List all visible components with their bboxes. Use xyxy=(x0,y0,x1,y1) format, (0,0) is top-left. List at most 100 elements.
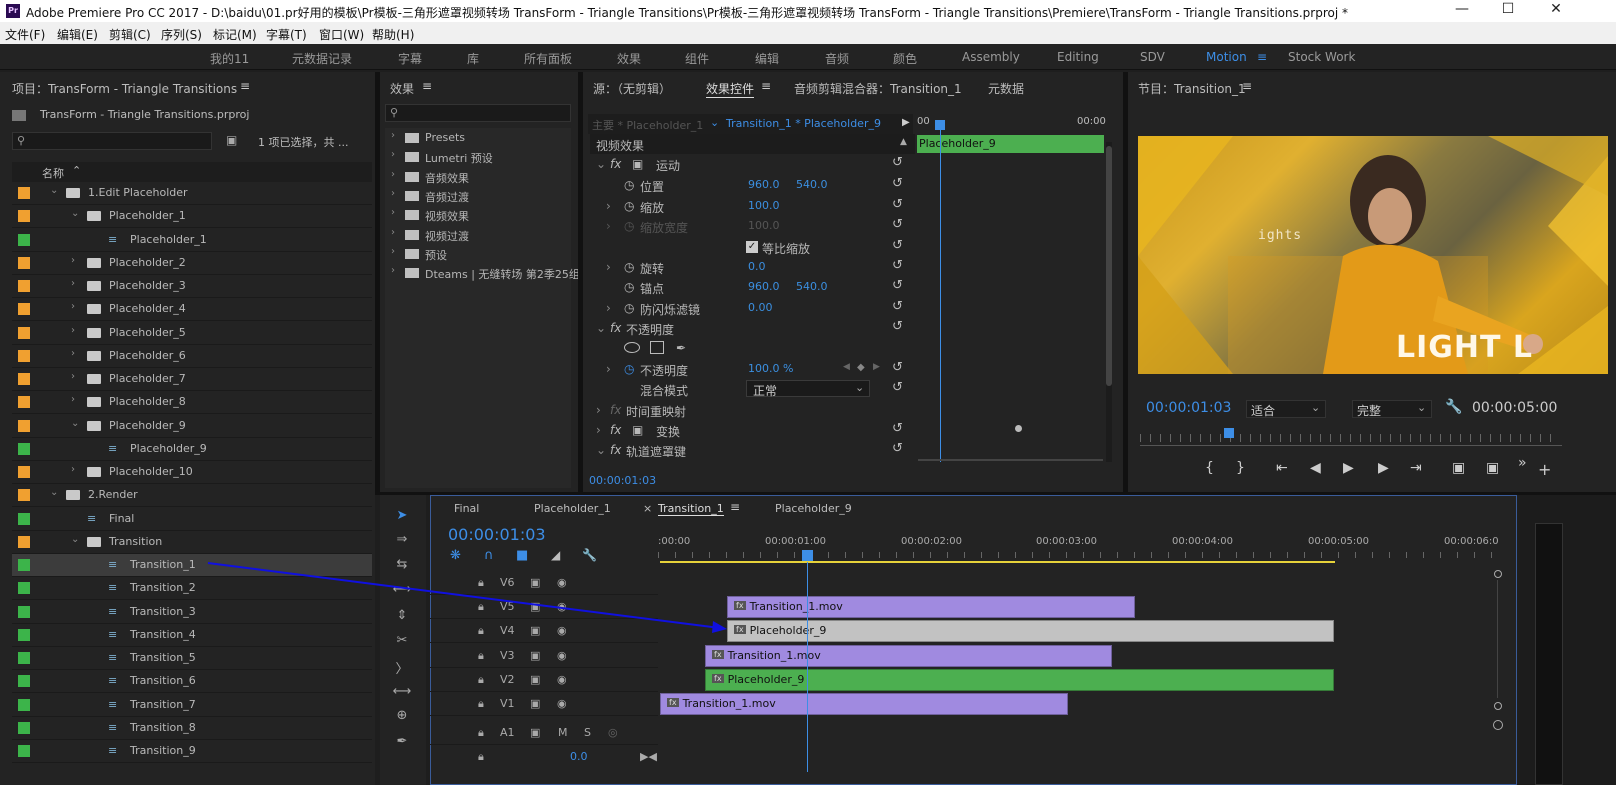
workspace-tab[interactable]: 库 xyxy=(467,50,479,67)
timeline-clip[interactable]: fx Placeholder_9 xyxy=(727,620,1334,643)
track-header[interactable]: 🔒︎ A1 ▣ M S ◎ xyxy=(430,721,658,746)
panel-menu-icon[interactable]: ≡ xyxy=(422,79,432,93)
effects-bin[interactable]: › 预设 xyxy=(391,245,575,264)
chevron-right-icon[interactable]: › xyxy=(71,255,75,266)
workspace-tab[interactable]: Editing xyxy=(1057,50,1099,64)
chevron-right-icon[interactable]: › xyxy=(391,149,395,160)
program-playhead[interactable] xyxy=(1224,428,1234,438)
next-keyframe-icon[interactable]: ▶ xyxy=(873,362,880,372)
sort-asc-icon[interactable]: ⌃ xyxy=(72,164,81,177)
chevron-right-icon[interactable]: › xyxy=(71,325,75,336)
solo-button[interactable]: S xyxy=(584,726,591,739)
reset-icon[interactable]: ↺ xyxy=(892,155,903,170)
label-color-swatch[interactable] xyxy=(18,652,30,664)
effects-bin[interactable]: › 音频过渡 xyxy=(391,187,575,206)
label-color-swatch[interactable] xyxy=(18,745,30,757)
workspace-tab[interactable]: 效果 xyxy=(617,50,641,67)
label-color-swatch[interactable] xyxy=(18,280,30,292)
mark-in-icon[interactable]: { xyxy=(1205,460,1214,476)
reset-icon[interactable]: ↺ xyxy=(892,299,903,314)
column-name[interactable]: 名称 xyxy=(42,165,64,181)
menu-clip[interactable]: 剪辑(C) xyxy=(109,26,151,43)
minimize-icon[interactable]: — xyxy=(1442,1,1482,17)
menu-title[interactable]: 字幕(T) xyxy=(266,26,307,43)
label-color-swatch[interactable] xyxy=(18,605,30,618)
reset-icon[interactable]: ↺ xyxy=(892,441,903,456)
project-item[interactable]: ≡ Transition_5 xyxy=(12,647,372,670)
pen-tool-icon[interactable]: ✒ xyxy=(392,734,412,754)
transform-row[interactable]: › fx ▣ 变换 ↺ xyxy=(590,420,915,440)
play-icon[interactable]: ▶ xyxy=(1343,460,1354,476)
stopwatch-icon[interactable]: ◷ xyxy=(624,199,634,213)
project-item[interactable]: › Placeholder_10 xyxy=(12,461,372,484)
fx-icon[interactable]: fx xyxy=(610,443,621,457)
ellipse-mask-icon[interactable] xyxy=(624,342,640,353)
reset-icon[interactable]: ↺ xyxy=(892,421,903,436)
project-item[interactable]: ⌄ 2.Render xyxy=(12,484,372,508)
chevron-right-icon[interactable]: › xyxy=(596,423,601,437)
project-item[interactable]: ≡ Transition_7 xyxy=(12,694,372,717)
chevron-right-icon[interactable]: › xyxy=(391,188,395,199)
workspace-tab-active[interactable]: Motion xyxy=(1206,50,1247,64)
reset-icon[interactable]: ↺ xyxy=(892,278,903,293)
chevron-down-icon[interactable]: ⌄ xyxy=(71,534,79,545)
go-to-in-icon[interactable]: ⇤ xyxy=(1276,460,1288,476)
razor-tool-icon[interactable]: ✂ xyxy=(392,633,412,653)
project-item[interactable]: › Placeholder_7 xyxy=(12,368,372,391)
program-ruler[interactable] xyxy=(1140,434,1560,442)
reset-icon[interactable]: ↺ xyxy=(892,258,903,273)
label-color-swatch[interactable] xyxy=(18,349,30,362)
timeline-playhead[interactable] xyxy=(802,550,813,561)
chevron-right-icon[interactable]: › xyxy=(391,265,395,276)
keyframe-dot[interactable] xyxy=(1015,425,1022,432)
chevron-right-icon[interactable]: › xyxy=(606,199,611,213)
workspace-tab[interactable]: Stock Work xyxy=(1288,50,1355,64)
program-zoom-bar[interactable] xyxy=(1140,445,1562,446)
program-timecode[interactable]: 00:00:01:03 xyxy=(1146,400,1231,416)
tab-source[interactable]: 源：（无剪辑） xyxy=(593,80,671,97)
lift-icon[interactable]: ▣ xyxy=(1452,460,1465,476)
master-clip-label[interactable]: 主要 * Placeholder_1 xyxy=(592,117,703,133)
menu-sequence[interactable]: 序列(S) xyxy=(161,26,202,43)
label-color-swatch[interactable] xyxy=(18,489,30,502)
timeline-clip[interactable]: fx Transition_1.mov xyxy=(727,596,1135,619)
workspace-tab[interactable]: 我的11 xyxy=(210,50,249,67)
label-color-swatch[interactable] xyxy=(18,303,30,316)
stopwatch-icon[interactable]: ◷ xyxy=(624,301,634,315)
selection-tool-icon[interactable]: ➤ xyxy=(392,508,412,528)
reset-icon[interactable]: ↺ xyxy=(892,319,903,334)
label-color-swatch[interactable] xyxy=(18,396,30,409)
timeline-clip[interactable]: fx Placeholder_9 xyxy=(705,668,1334,691)
scale-value[interactable]: 100.0 xyxy=(748,199,780,212)
audio-scroll-handle[interactable] xyxy=(1493,720,1503,730)
project-item[interactable]: ⌄ 1.Edit Placeholder xyxy=(12,182,372,205)
stopwatch-icon[interactable]: ◷ xyxy=(624,260,634,274)
eye-icon[interactable]: ◉ xyxy=(557,649,567,662)
effects-bin[interactable]: › Dteams | 无缝转场 第2季25组 xyxy=(391,264,580,283)
tab-metadata[interactable]: 元数据 xyxy=(988,80,1024,97)
lock-icon[interactable]: 🔒︎ xyxy=(478,750,484,764)
chevron-right-icon[interactable]: › xyxy=(391,246,395,257)
step-back-icon[interactable]: ◀ xyxy=(1310,460,1321,476)
effects-panel-title[interactable]: 效果 xyxy=(390,80,414,97)
chevron-right-icon[interactable]: › xyxy=(391,227,395,238)
close-tab-icon[interactable]: × xyxy=(643,502,652,515)
anchor-y[interactable]: 540.0 xyxy=(796,280,828,293)
step-forward-icon[interactable]: ▶ xyxy=(1378,460,1389,476)
timeline-tab[interactable]: Placeholder_9 xyxy=(775,502,852,515)
lock-icon[interactable]: 🔒︎ xyxy=(478,649,484,663)
project-item[interactable]: ⌄ Transition xyxy=(12,531,372,554)
go-to-out-icon[interactable]: ⇥ xyxy=(1410,460,1422,476)
menu-help[interactable]: 帮助(H) xyxy=(372,26,414,43)
program-video-frame[interactable]: ights LIGHT L xyxy=(1138,136,1608,374)
tab-audio-clip-mixer[interactable]: 音频剪辑混合器：Transition_1 xyxy=(794,80,962,97)
project-item[interactable]: › Placeholder_3 xyxy=(12,275,372,298)
label-color-swatch[interactable] xyxy=(18,535,30,548)
volume-value[interactable]: 0.0 xyxy=(570,750,588,763)
add-keyframe-icon[interactable]: ◆ xyxy=(857,362,865,373)
flicker-value[interactable]: 0.00 xyxy=(748,301,773,314)
rotation-value[interactable]: 0.0 xyxy=(748,260,766,273)
project-column-header[interactable]: 名称 ⌃ xyxy=(12,162,372,182)
panel-menu-icon[interactable]: ≡ xyxy=(240,79,250,93)
time-remap-row[interactable]: › fx 时间重映射 xyxy=(590,400,915,420)
